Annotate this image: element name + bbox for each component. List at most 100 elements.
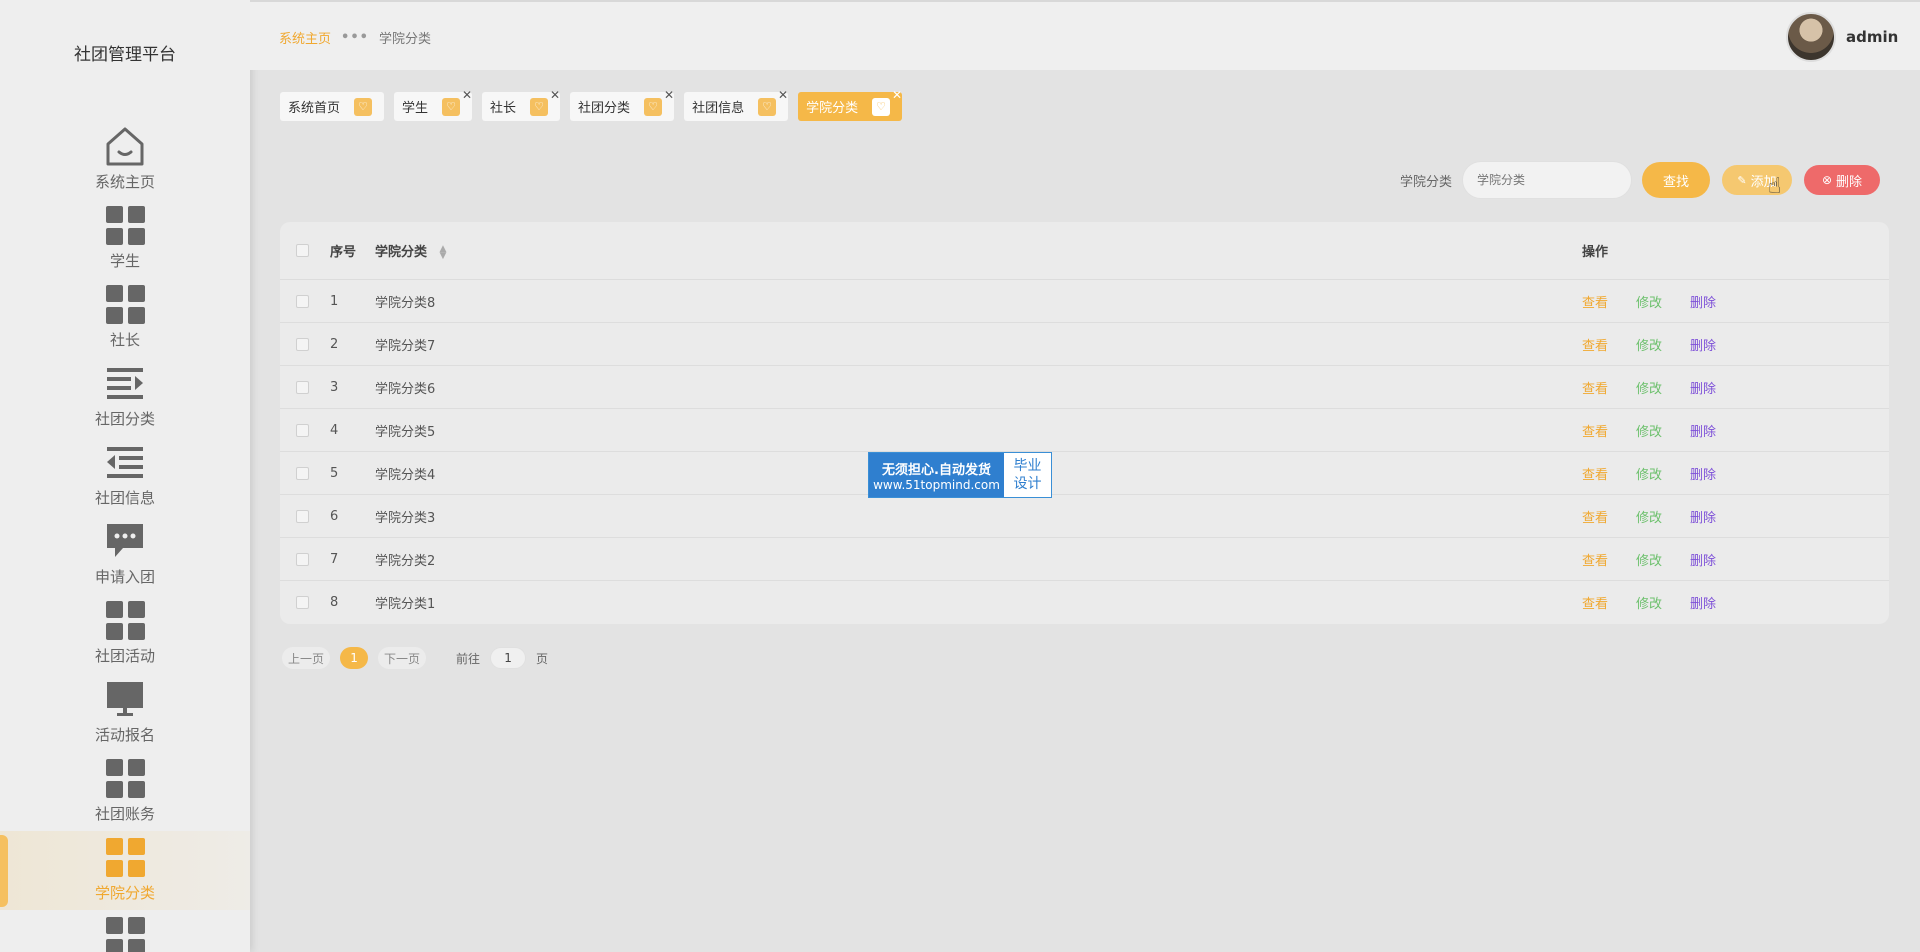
sidebar-item-club-categories[interactable]: 社团分类 (0, 357, 250, 436)
breadcrumb-separator: ••• (341, 30, 369, 45)
heart-icon: ♡ (442, 97, 461, 116)
column-header-index: 序号 (330, 245, 357, 260)
row-checkbox[interactable] (296, 380, 309, 394)
watermark-right2: 设计 (1013, 476, 1042, 492)
grid-icon (103, 756, 147, 800)
close-icon[interactable]: ✕ (892, 88, 902, 102)
tab-home[interactable]: 系统首页 ♡ (280, 92, 385, 121)
delete-link[interactable]: 删除 (1690, 378, 1716, 397)
delete-link[interactable]: 删除 (1690, 464, 1716, 483)
avatar[interactable] (1786, 12, 1836, 62)
row-name: 学院分类3 (375, 510, 436, 526)
view-link[interactable]: 查看 (1582, 421, 1608, 440)
top-header: 系统主页 ••• 学院分类 admin (250, 0, 1920, 70)
row-checkbox[interactable] (296, 552, 309, 566)
sidebar-item-club-finance[interactable]: 社团账务 (0, 752, 250, 831)
select-all-checkbox[interactable] (296, 244, 309, 257)
sidebar-item-club-activities[interactable]: 社团活动 (0, 594, 250, 673)
row-checkbox[interactable] (296, 509, 309, 523)
page-number-current[interactable]: 1 (340, 647, 369, 669)
view-link[interactable]: 查看 (1582, 292, 1608, 311)
breadcrumb-current: 学院分类 (378, 32, 431, 47)
sidebar-item-join-requests[interactable]: 申请入团 (0, 515, 250, 594)
view-link[interactable]: 查看 (1582, 378, 1608, 397)
sidebar-item-home[interactable]: 系统主页 (0, 120, 250, 199)
delete-link[interactable]: 删除 (1690, 335, 1716, 354)
edit-link[interactable]: 修改 (1636, 464, 1662, 483)
edit-link[interactable]: 修改 (1636, 507, 1662, 526)
edit-link[interactable]: 修改 (1636, 292, 1662, 311)
row-index: 6 (330, 508, 339, 524)
view-link[interactable]: 查看 (1582, 464, 1608, 483)
table-row: 3 学院分类6 查看 修改 删除 (280, 366, 1889, 409)
delete-link[interactable]: 删除 (1690, 292, 1716, 311)
hand-cursor-icon: ☝ (1768, 174, 1782, 199)
tab-college-categories[interactable]: 学院分类 ♡ ✕ (798, 88, 903, 121)
sidebar-item-label: 社长 (109, 331, 140, 349)
heart-icon: ♡ (872, 97, 891, 116)
tab-students[interactable]: 学生 ♡ ✕ (394, 88, 473, 121)
data-table: 序号 学院分类 ▲ ▼ 操作 1 学院分类8 查看 修改 删除 2 学院分类7 查看 修改 删除 3 学… (280, 222, 1889, 624)
table-row: 2 学院分类7 查看 修改 删除 (280, 323, 1889, 366)
close-icon[interactable]: ✕ (462, 88, 472, 102)
next-page-button[interactable]: 下一页 (378, 647, 427, 669)
page-jump-input[interactable]: 1 (490, 647, 527, 669)
pagination: 上一页 1 下一页 前往 1 页 (282, 647, 548, 669)
heart-icon: ♡ (530, 97, 549, 116)
sidebar-item-college-categories[interactable]: 学院分类 (0, 831, 250, 910)
table-row: 5 学院分类4 查看 修改 删除 (280, 452, 1889, 495)
edit-link[interactable]: 修改 (1636, 421, 1662, 440)
tab-club-info[interactable]: 社团信息 ♡ ✕ (684, 88, 789, 121)
row-checkbox[interactable] (296, 466, 309, 480)
view-link[interactable]: 查看 (1582, 550, 1608, 569)
sidebar-item-presidents[interactable]: 社长 (0, 278, 250, 357)
delete-link[interactable]: 删除 (1690, 593, 1716, 612)
delete-link[interactable]: 删除 (1690, 507, 1716, 526)
watermark-right: 毕业 设计 (1004, 453, 1051, 497)
view-link[interactable]: 查看 (1582, 507, 1608, 526)
table-row: 4 学院分类5 查看 修改 删除 (280, 409, 1889, 452)
edit-link[interactable]: 修改 (1636, 593, 1662, 612)
view-link[interactable]: 查看 (1582, 335, 1608, 354)
edit-link[interactable]: 修改 (1636, 335, 1662, 354)
breadcrumb: 系统主页 ••• 学院分类 (279, 28, 431, 47)
delete-link[interactable]: 删除 (1690, 421, 1716, 440)
sidebar-item-students[interactable]: 学生 (0, 199, 250, 278)
add-button[interactable]: ✎ 添加 (1722, 165, 1793, 195)
circle-x-icon: ⊗ (1821, 173, 1833, 187)
close-icon[interactable]: ✕ (550, 88, 560, 102)
column-header-name[interactable]: 学院分类 ▲ ▼ (375, 241, 1582, 260)
row-index: 1 (330, 293, 339, 309)
delete-link[interactable]: 删除 (1690, 550, 1716, 569)
sidebar-item-club-info[interactable]: 社团信息 (0, 436, 250, 515)
sidebar-item-activity-signup[interactable]: 活动报名 (0, 673, 250, 752)
watermark-right1: 毕业 (1013, 458, 1042, 474)
sort-icon[interactable]: ▲ ▼ (440, 244, 447, 260)
close-icon[interactable]: ✕ (778, 88, 788, 102)
search-input[interactable] (1462, 161, 1633, 199)
row-name: 学院分类5 (375, 424, 436, 440)
grid-icon (103, 598, 147, 642)
close-icon[interactable]: ✕ (664, 88, 674, 102)
tab-label: 社长 (490, 101, 517, 116)
row-checkbox[interactable] (296, 294, 309, 308)
row-checkbox[interactable] (296, 337, 309, 351)
username[interactable]: admin (1846, 28, 1898, 46)
view-link[interactable]: 查看 (1582, 593, 1608, 612)
row-checkbox[interactable] (296, 423, 309, 437)
tab-label: 社团信息 (692, 101, 745, 116)
sidebar-item-more[interactable] (0, 910, 250, 952)
edit-link[interactable]: 修改 (1636, 378, 1662, 397)
edit-link[interactable]: 修改 (1636, 550, 1662, 569)
tab-club-categories[interactable]: 社团分类 ♡ ✕ (570, 88, 675, 121)
find-button[interactable]: 查找 (1642, 162, 1711, 198)
tab-presidents[interactable]: 社长 ♡ ✕ (482, 88, 561, 121)
watermark-left: 无须担心.自动发货 www.51topmind.com (869, 453, 1004, 497)
goto-label: 前往 (456, 651, 481, 666)
delete-button[interactable]: ⊗ 删除 (1804, 165, 1881, 195)
breadcrumb-home-link[interactable]: 系统主页 (279, 28, 331, 47)
prev-page-button[interactable]: 上一页 (282, 647, 331, 669)
row-checkbox[interactable] (296, 596, 309, 609)
row-index: 7 (330, 551, 339, 567)
sidebar-item-label: 学院分类 (94, 884, 155, 902)
